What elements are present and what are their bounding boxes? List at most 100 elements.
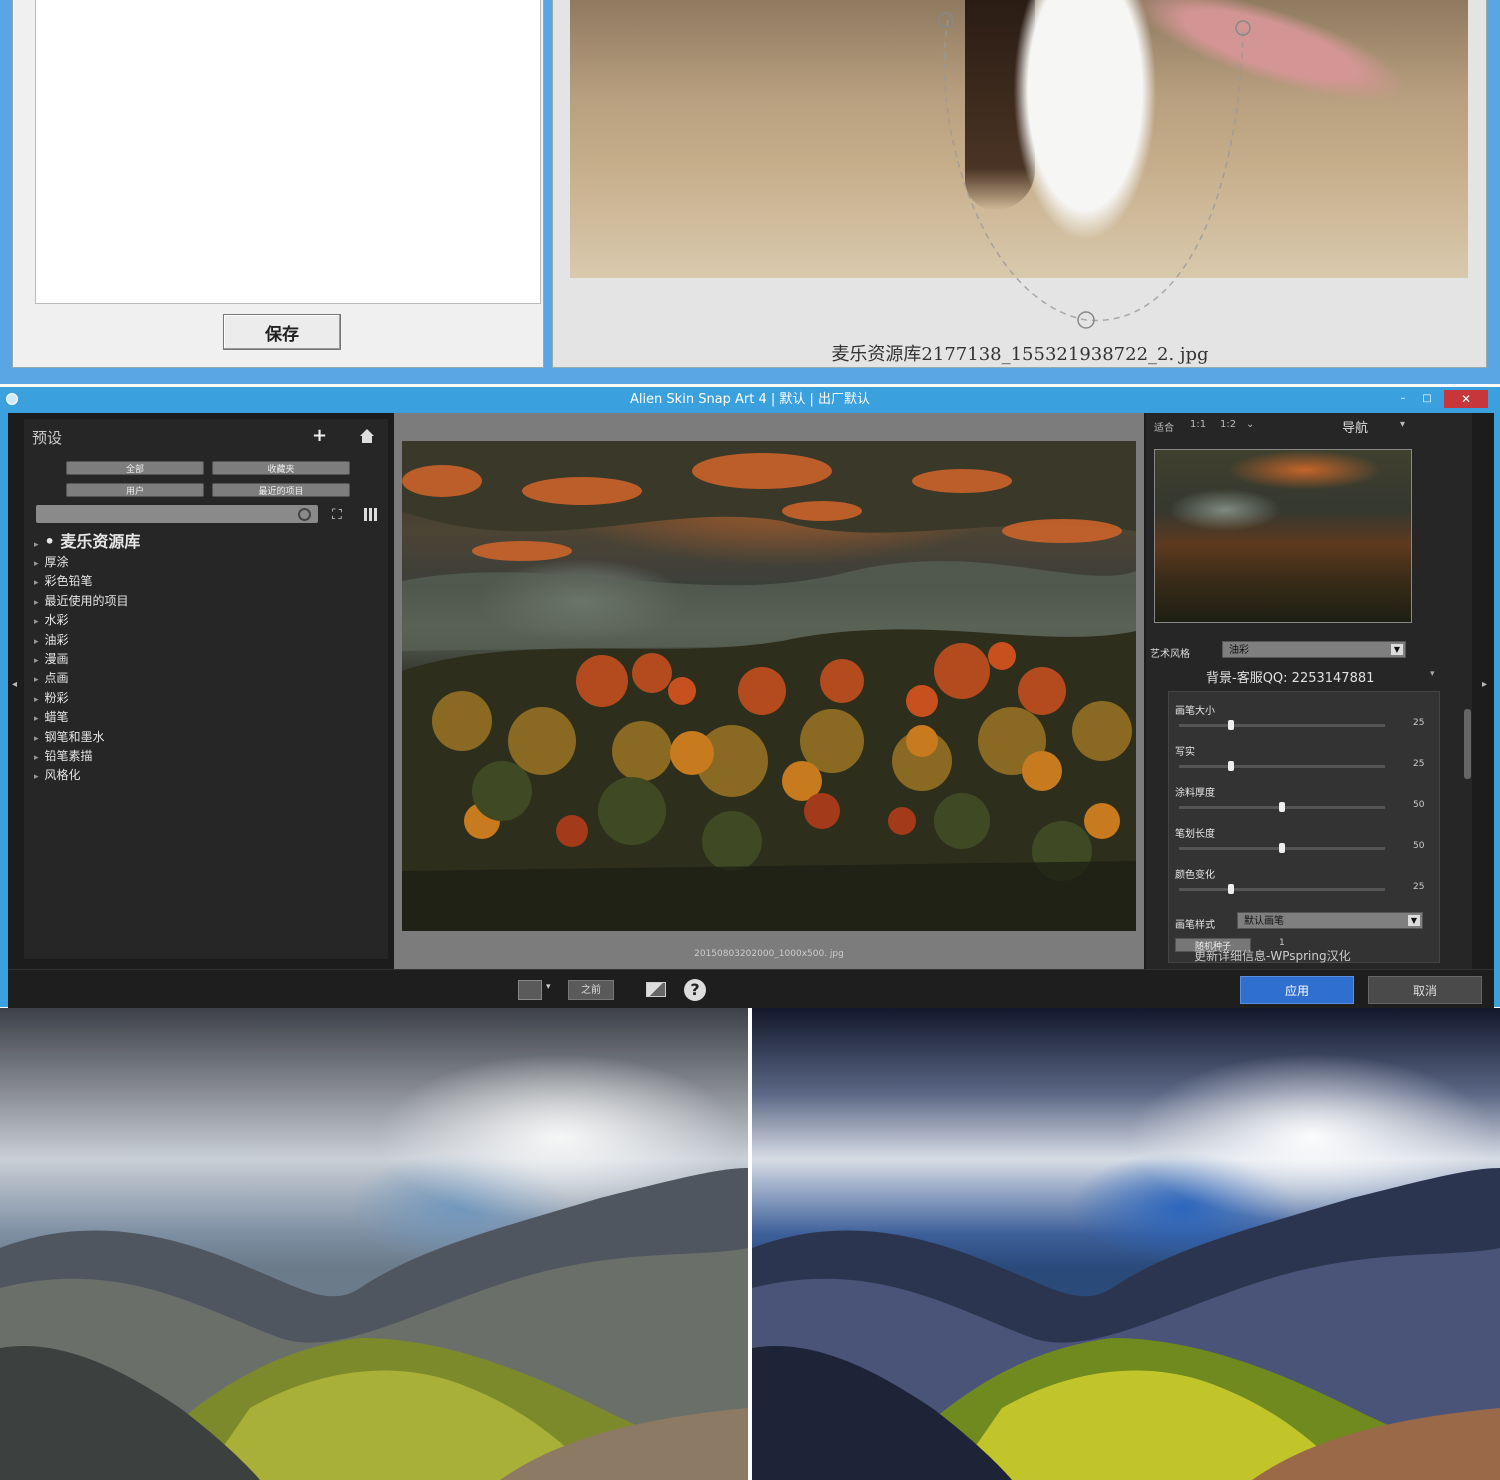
preset-category[interactable]: ▸ 点画: [34, 669, 140, 688]
dropdown-arrow-icon: ▼: [1391, 644, 1403, 655]
save-button[interactable]: 保存: [223, 314, 341, 350]
window-title: Alien Skin Snap Art 4 | 默认 | 出厂默认: [629, 392, 871, 407]
navigator-thumbnail[interactable]: [1154, 449, 1412, 623]
preset-category[interactable]: ▸ 漫画: [34, 650, 140, 669]
preset-category[interactable]: ▸ 最近使用的项目: [34, 592, 140, 611]
grid-view-icon[interactable]: [364, 508, 377, 521]
canvas-area: 20150803202000_1000x500. jpg: [394, 413, 1144, 969]
home-icon[interactable]: [360, 429, 374, 443]
search-icon[interactable]: [298, 508, 311, 521]
mountain-photo-before: [0, 1008, 748, 1480]
expand-arrow-icon: ▸: [34, 578, 39, 589]
description-textarea[interactable]: [35, 0, 541, 304]
color-variation-slider-row: 颜色变化 25: [1175, 866, 1433, 906]
expand-all-icon[interactable]: ⛶: [332, 508, 342, 522]
before-button[interactable]: 之前: [568, 980, 614, 1000]
expand-arrow-icon: ▸: [34, 714, 39, 725]
slider-value: 25: [1413, 718, 1425, 728]
slider-thumb[interactable]: [1227, 720, 1234, 730]
mountain-landscape: [752, 1168, 1500, 1480]
preset-category[interactable]: ▸ 蜡笔: [34, 708, 140, 727]
filter-favorites-button[interactable]: 收藏夹: [212, 461, 350, 475]
section-caret-icon[interactable]: ▾: [1430, 669, 1435, 679]
window-controls: – □ ✕: [1396, 389, 1488, 409]
footer-note: 更新详细信息-WPspring汉化: [1194, 949, 1351, 963]
settings-scrollbar[interactable]: [1464, 709, 1471, 779]
art-style-label: 艺术风格: [1150, 649, 1190, 660]
apply-button[interactable]: 应用: [1240, 976, 1354, 1004]
preset-category[interactable]: ▸ • 麦乐资源库: [34, 531, 140, 553]
expand-arrow-icon: ▸: [34, 597, 39, 608]
view-mode-caret-icon[interactable]: ▾: [546, 982, 551, 992]
slider-label: 画笔大小: [1175, 706, 1215, 717]
zoom-1-2-button[interactable]: 1:2: [1220, 419, 1236, 430]
filter-all-button[interactable]: 全部: [66, 461, 204, 475]
slider-track[interactable]: [1179, 761, 1385, 771]
autumn-forest-painting: [402, 441, 1136, 931]
expand-arrow-icon: ▸: [34, 655, 39, 666]
slider-track[interactable]: [1179, 802, 1385, 812]
slider-label: 涂料厚度: [1175, 788, 1215, 799]
navigator-caret-icon[interactable]: ▾: [1400, 419, 1405, 430]
slider-thumb[interactable]: [1279, 802, 1285, 812]
canvas-filename: 20150803202000_1000x500. jpg: [694, 949, 844, 959]
stroke-length-slider-row: 笔划长度 50: [1175, 825, 1433, 865]
brush-size-slider-row: 画笔大小 25: [1175, 702, 1433, 742]
add-preset-icon[interactable]: +: [312, 425, 327, 446]
zoom-dropdown-icon[interactable]: ⌄: [1246, 419, 1254, 430]
help-icon[interactable]: ?: [684, 979, 706, 1001]
brush-style-label: 画笔样式: [1175, 920, 1215, 931]
expand-arrow-icon: ▸: [34, 733, 39, 744]
maximize-icon[interactable]: □: [1420, 394, 1434, 404]
zoom-fit-button[interactable]: 适合: [1154, 419, 1174, 434]
expand-arrow-icon: ▸: [34, 636, 39, 647]
settings-group: 画笔大小 25 写实 25 涂料厚度 50 笔划长度 50 颜色变化 25 画笔…: [1168, 691, 1440, 963]
slider-thumb[interactable]: [1227, 761, 1234, 771]
preset-tree: ▸ • 麦乐资源库 ▸ 厚涂 ▸ 彩色铅笔 ▸ 最近使用的项目 ▸ 水彩 ▸ 油彩 ▸ 漫画 …: [34, 531, 140, 786]
expand-arrow-icon: ▸: [34, 752, 39, 763]
close-icon[interactable]: ✕: [1444, 390, 1488, 408]
expand-arrow-icon: ▸: [34, 694, 39, 705]
bottom-toolbar: ▾ 之前 ? 应用 取消: [8, 969, 1494, 1008]
cancel-button[interactable]: 取消: [1368, 976, 1482, 1004]
collapse-right-icon[interactable]: ▸: [1482, 679, 1487, 690]
slider-label: 笔划长度: [1175, 829, 1215, 840]
preset-search-input[interactable]: [36, 505, 318, 523]
slider-label: 写实: [1175, 747, 1195, 758]
filter-recent-button[interactable]: 最近的项目: [212, 483, 350, 497]
expand-arrow-icon: ▸: [34, 675, 39, 686]
slider-thumb[interactable]: [1279, 843, 1285, 853]
preview-filename: 麦乐资源库2177138_155321938722_2. jpg: [831, 344, 1209, 365]
painted-preview-image[interactable]: [402, 441, 1136, 931]
presets-panel: 预设 + 全部 收藏夹 用户 最近的项目 ⛶ ▸ • 麦乐资源库 ▸ 厚涂 ▸ 彩色铅…: [24, 419, 388, 959]
preset-category[interactable]: ▸ 油彩: [34, 631, 140, 650]
compare-icon[interactable]: [646, 982, 666, 997]
bride-preview-image: [570, 0, 1468, 278]
filter-user-button[interactable]: 用户: [66, 483, 204, 497]
slider-value: 50: [1413, 841, 1425, 851]
slider-value: 25: [1413, 882, 1425, 892]
minimize-icon[interactable]: –: [1396, 394, 1410, 404]
section-header[interactable]: 背景-客服QQ: 2253147881: [1206, 667, 1374, 686]
preset-category[interactable]: ▸ 铅笔素描: [34, 747, 140, 766]
preset-category[interactable]: ▸ 彩色铅笔: [34, 572, 140, 591]
preset-category[interactable]: ▸ 厚涂: [34, 553, 140, 572]
snap-art-body: ◂ 预设 + 全部 收藏夹 用户 最近的项目 ⛶ ▸ • 麦乐资源库 ▸ 厚涂 ▸ 彩…: [8, 413, 1494, 1008]
expand-arrow-icon: ▸: [34, 559, 39, 569]
view-mode-button[interactable]: [518, 980, 542, 1000]
slider-track[interactable]: [1179, 720, 1385, 730]
zoom-1-1-button[interactable]: 1:1: [1190, 419, 1206, 430]
presets-title: 预设: [32, 429, 63, 447]
collapse-left-icon[interactable]: ◂: [12, 679, 17, 690]
slider-track[interactable]: [1179, 884, 1385, 894]
expand-arrow-icon: ▸: [34, 540, 39, 550]
art-style-select[interactable]: 油彩 ▼: [1222, 641, 1406, 658]
mountain-landscape: [0, 1168, 748, 1480]
preset-category[interactable]: ▸ 风格化: [34, 766, 140, 785]
brush-style-select[interactable]: 默认画笔 ▼: [1237, 912, 1423, 929]
preset-category[interactable]: ▸ 粉彩: [34, 689, 140, 708]
preset-category[interactable]: ▸ 水彩: [34, 611, 140, 630]
preset-category[interactable]: ▸ 钢笔和墨水: [34, 728, 140, 747]
slider-thumb[interactable]: [1227, 884, 1234, 894]
slider-track[interactable]: [1179, 843, 1385, 853]
